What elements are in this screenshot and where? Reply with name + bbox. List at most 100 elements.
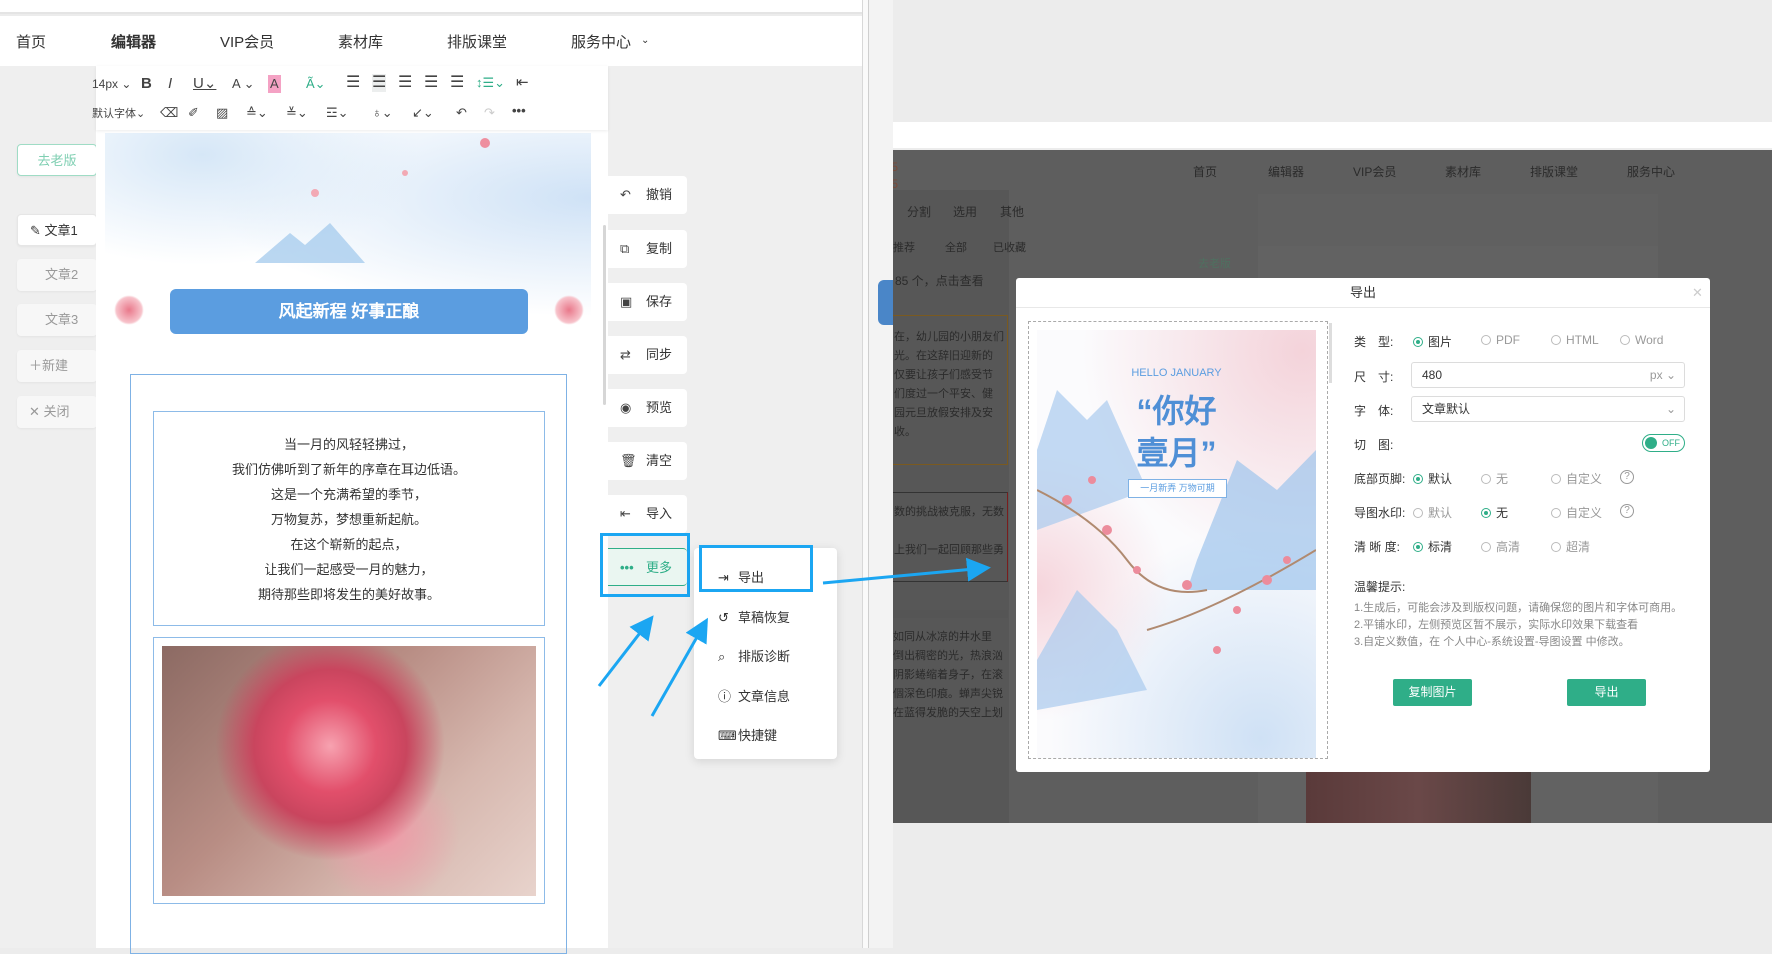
clarity-ultra-radio[interactable]: 超清 [1551, 538, 1590, 555]
blossom-icon [114, 295, 144, 325]
clarity-high-radio[interactable]: 高清 [1481, 538, 1520, 555]
type-html-radio[interactable]: HTML [1551, 333, 1599, 347]
close-icon[interactable]: ✕ [1692, 285, 1703, 301]
align-right-icon[interactable]: ☰ [398, 74, 412, 92]
poem-line: 当一月的风轻轻拂过， [283, 437, 414, 452]
align-center-icon[interactable]: ☰ [372, 74, 387, 92]
paragraph-after-icon[interactable]: ≚⌄ [286, 104, 308, 122]
highlight-box [699, 545, 813, 592]
font-family-select[interactable]: 默认字体⌄ [92, 105, 145, 123]
redo-icon[interactable]: ↷ [484, 104, 495, 122]
highlight-box [600, 533, 690, 597]
bg-nav: 排版课堂 [1530, 165, 1579, 179]
article-tab-3[interactable]: 文章3 [17, 304, 97, 336]
bg-tab: 选用 [953, 205, 978, 219]
font-label: 字 体: [1354, 404, 1394, 418]
type-pdf-radio[interactable]: PDF [1481, 333, 1520, 347]
close-article-button[interactable]: ✕ 关闭 [17, 396, 97, 428]
poem-line: 让我们一起感受一月的魅力， [264, 562, 434, 577]
poster-hello: HELLO JANUARY [1131, 367, 1222, 379]
old-version-button[interactable]: 去老版 [17, 144, 97, 176]
eraser-icon[interactable]: ⌫ [160, 104, 178, 122]
nav-editor[interactable]: 编辑器 [111, 31, 156, 52]
bold-icon[interactable]: B [141, 75, 152, 93]
paragraph-before-icon[interactable]: ≙⌄ [246, 104, 268, 122]
font-select[interactable]: 文章默认 ⌄ [1411, 396, 1685, 422]
bulb-icon[interactable]: ♁⌄ [372, 104, 393, 122]
watermark-default-radio[interactable]: 默认 [1413, 504, 1452, 521]
cut-toggle[interactable]: OFF [1642, 434, 1685, 452]
chevron-down-icon[interactable]: ⌄ [641, 35, 649, 46]
export-button[interactable]: 导出 [1567, 679, 1646, 706]
indent-icon[interactable]: ☰ [450, 74, 464, 92]
unit-select[interactable]: px ⌄ [1650, 363, 1676, 387]
undo-icon[interactable]: ↶ [456, 104, 467, 122]
line-height-icon[interactable]: ↕☰⌄ [476, 74, 505, 92]
menu-article-info[interactable]: ⓘ 文章信息 [718, 686, 790, 705]
highlight-color-icon[interactable]: A [268, 75, 281, 93]
bg-nav: 素材库 [1445, 165, 1482, 179]
help-icon[interactable]: ? [1620, 504, 1634, 518]
watermark-none-radio[interactable]: 无 [1481, 504, 1508, 521]
type-image-radio[interactable]: 图片 [1413, 333, 1452, 350]
footer-none-radio[interactable]: 无 [1481, 470, 1508, 487]
preview-button[interactable]: ◉ 预览 [608, 389, 687, 427]
save-button[interactable]: ▣ 保存 [608, 283, 687, 321]
new-label: 新建 [42, 358, 69, 373]
clear-button[interactable]: 🗑 清空 [608, 442, 687, 480]
preview-area[interactable]: HELLO JANUARY “你好 壹月” 一月新弄 万物可期 [1028, 321, 1328, 759]
import-icon: ⇤ [620, 506, 631, 521]
format-painter-icon[interactable]: ✐ [188, 104, 199, 122]
nav-home[interactable]: 首页 [16, 31, 46, 52]
article-tab-2[interactable]: 文章2 [17, 259, 97, 291]
undo-button[interactable]: ↶ 撤销 [608, 176, 687, 214]
image-icon[interactable]: ▨ [216, 104, 228, 122]
nav-materials[interactable]: 素材库 [338, 31, 383, 52]
copy-button[interactable]: ⧉ 复制 [608, 230, 687, 268]
sync-button[interactable]: ⇄ 同步 [608, 336, 687, 374]
chevron-down-icon: ⌄ [1665, 402, 1676, 416]
footer-custom-radio[interactable]: 自定义 [1551, 470, 1602, 487]
italic-icon[interactable]: I [168, 75, 172, 93]
font-size-select[interactable]: 14px ⌄ [92, 75, 131, 93]
nav-service[interactable]: 服务中心 [571, 31, 631, 52]
poem-line: 期待那些即将发生的美好故事。 [257, 587, 440, 602]
article-tab-1[interactable]: ✎ 文章1 [17, 214, 97, 246]
bg-photo [1306, 772, 1531, 823]
undo-icon: ↶ [620, 187, 631, 202]
help-icon[interactable]: ? [1620, 470, 1634, 484]
clarity-standard-radio[interactable]: 标清 [1413, 538, 1452, 555]
justify-icon[interactable]: ☰ [424, 74, 438, 92]
underline-icon[interactable]: U⌄ [193, 75, 216, 93]
tip-line: 2.平铺水印，左侧预览区暂不展示，实际水印效果下载查看 [1354, 619, 1639, 631]
bg-toolbar [1258, 194, 1658, 246]
scrollbar[interactable] [603, 225, 606, 405]
watermark-custom-radio[interactable]: 自定义 [1551, 504, 1602, 521]
size-input[interactable]: 480 px ⌄ [1411, 362, 1685, 388]
arrow-icon[interactable]: ↙⌄ [412, 104, 434, 122]
letter-spacing-icon[interactable]: Ã⌄ [306, 75, 326, 93]
editor-canvas[interactable]: 风起新程 好事正酿 当一月的风轻轻拂过， 我们仿佛听到了新年的序章在耳边低语。 … [96, 130, 608, 954]
copy-image-button[interactable]: 复制图片 [1393, 679, 1472, 706]
indent-spacing-icon[interactable]: ☲⌄ [326, 104, 349, 122]
browser-bar [893, 122, 1772, 148]
nav-vip[interactable]: VIP会员 [220, 31, 274, 52]
bg-card: 如同从冰凉的井水里 倒出稠密的光，热浪汹 阴影蜷缩着身子，在滚 個深色印痕。蝉声尖锐在… [893, 610, 1008, 740]
poem-box[interactable]: 当一月的风轻轻拂过， 我们仿佛听到了新年的序章在耳边低语。 这是一个充满希望的季… [153, 411, 545, 626]
nav-course[interactable]: 排版课堂 [447, 31, 507, 52]
preview-scrollbar[interactable] [1329, 323, 1332, 383]
menu-draft-restore[interactable]: ↺ 草稿恢复 [718, 607, 790, 626]
exit-icon[interactable]: ⇤ [516, 74, 529, 92]
import-button[interactable]: ⇤ 导入 [608, 495, 687, 533]
footer-default-radio[interactable]: 默认 [1413, 470, 1452, 487]
bg-filter: 全部 [945, 242, 967, 254]
more-icon[interactable]: ••• [512, 102, 526, 120]
menu-layout-diagnosis[interactable]: ⌕ 排版诊断 [718, 646, 790, 665]
new-article-button[interactable]: ＋新建 [17, 350, 97, 382]
align-left-icon[interactable]: ☰ [346, 74, 360, 92]
bg-year: 025 [893, 177, 899, 191]
footer-label: 底部页脚: [1354, 472, 1406, 486]
font-color-icon[interactable]: A ⌄ [232, 75, 254, 93]
type-word-radio[interactable]: Word [1620, 333, 1663, 347]
menu-shortcuts[interactable]: ⌨快捷键 [718, 725, 777, 744]
